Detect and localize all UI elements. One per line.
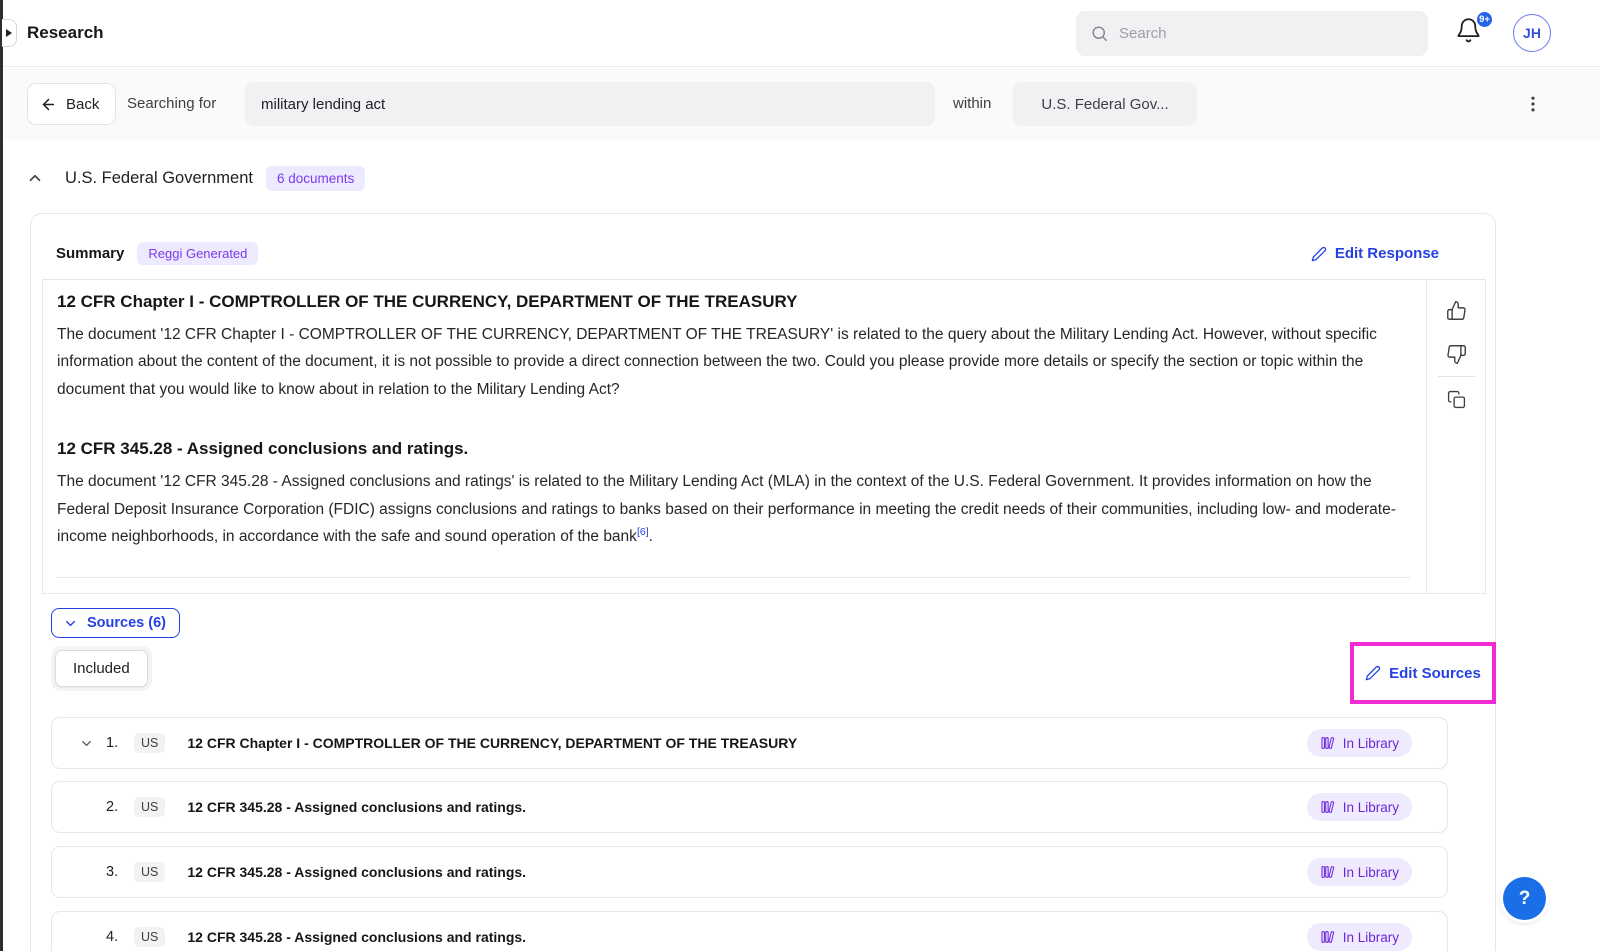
source-title: 12 CFR 345.28 - Assigned conclusions and…: [187, 799, 526, 815]
source-row[interactable]: 2. US 12 CFR 345.28 - Assigned conclusio…: [51, 781, 1448, 833]
in-library-label: In Library: [1343, 736, 1399, 751]
rail-divider: [1438, 376, 1475, 377]
in-library-badge[interactable]: In Library: [1307, 729, 1412, 757]
edit-pencil-icon: [1311, 246, 1327, 262]
edit-sources-label: Edit Sources: [1389, 665, 1481, 682]
query-input[interactable]: [245, 82, 935, 126]
help-button[interactable]: ?: [1503, 877, 1546, 920]
expand-source-button[interactable]: [70, 736, 102, 751]
summary-response-content: 12 CFR Chapter I - COMPTROLLER OF THE CU…: [43, 280, 1426, 593]
edit-sources-highlight-annotation: Edit Sources: [1350, 642, 1496, 704]
sentence-period: .: [649, 528, 653, 545]
thumbs-down-button[interactable]: [1427, 344, 1485, 365]
global-search[interactable]: [1076, 11, 1428, 56]
source-region-badge: US: [134, 797, 165, 817]
back-button[interactable]: Back: [27, 83, 116, 125]
source-region-badge: US: [134, 733, 165, 753]
searching-for-label: Searching for: [127, 95, 216, 112]
summary-card: Summary Reggi Generated Edit Response 12…: [30, 213, 1496, 951]
source-row[interactable]: 3. US 12 CFR 345.28 - Assigned conclusio…: [51, 846, 1448, 898]
library-icon: [1320, 799, 1336, 815]
citation-link[interactable]: [6]: [637, 526, 649, 538]
source-title: 12 CFR 345.28 - Assigned conclusions and…: [187, 929, 526, 945]
result-section-header: U.S. Federal Government 6 documents: [20, 163, 365, 193]
in-library-label: In Library: [1343, 800, 1399, 815]
summary-block-body: The document '12 CFR 345.28 - Assigned c…: [57, 468, 1410, 550]
document-count-badge: 6 documents: [266, 166, 365, 191]
edit-pencil-icon: [1365, 665, 1381, 681]
library-icon: [1320, 929, 1336, 945]
notification-count-badge: 9+: [1475, 10, 1494, 29]
collapse-section-button[interactable]: [20, 163, 50, 193]
sources-toggle-button[interactable]: Sources (6): [51, 608, 180, 638]
app-header: Research 9+ JH: [3, 0, 1600, 67]
copy-response-button[interactable]: [1427, 390, 1485, 409]
source-title: 12 CFR 345.28 - Assigned conclusions and…: [187, 864, 526, 880]
summary-header: Summary Reggi Generated: [56, 242, 258, 265]
user-avatar[interactable]: JH: [1513, 14, 1551, 52]
scope-selector[interactable]: U.S. Federal Gov...: [1013, 82, 1197, 126]
notifications-button[interactable]: 9+: [1455, 17, 1489, 51]
within-label: within: [953, 95, 991, 112]
search-input[interactable]: [1119, 25, 1414, 42]
summary-divider: [57, 577, 1410, 578]
copy-icon: [1447, 390, 1466, 409]
kebab-menu-icon: [1523, 94, 1543, 114]
response-actions-rail: [1426, 280, 1485, 593]
in-library-badge[interactable]: In Library: [1307, 923, 1412, 951]
summary-block-body: The document '12 CFR Chapter I - COMPTRO…: [57, 321, 1410, 403]
library-icon: [1320, 735, 1336, 751]
chevron-down-icon: [63, 616, 78, 631]
summary-label: Summary: [56, 245, 124, 262]
thumbs-up-button[interactable]: [1427, 300, 1485, 321]
search-icon: [1090, 24, 1109, 43]
source-row[interactable]: 4. US 12 CFR 345.28 - Assigned conclusio…: [51, 911, 1448, 951]
back-button-label: Back: [66, 96, 99, 113]
source-number: 3.: [106, 864, 134, 880]
thumbs-up-icon: [1446, 300, 1467, 321]
in-library-label: In Library: [1343, 865, 1399, 880]
source-region-badge: US: [134, 862, 165, 882]
summary-block-text: The document '12 CFR 345.28 - Assigned c…: [57, 473, 1396, 545]
section-title: U.S. Federal Government: [65, 169, 253, 188]
in-library-badge[interactable]: In Library: [1307, 793, 1412, 821]
summary-response-box: 12 CFR Chapter I - COMPTROLLER OF THE CU…: [42, 279, 1486, 594]
sidebar-expand-handle[interactable]: [2, 19, 17, 47]
sources-filter-group: Included: [51, 646, 152, 691]
source-title: 12 CFR Chapter I - COMPTROLLER OF THE CU…: [187, 735, 797, 751]
thumbs-down-icon: [1446, 344, 1467, 365]
chevron-up-icon: [26, 169, 44, 187]
edit-response-label: Edit Response: [1335, 245, 1439, 262]
edit-sources-button[interactable]: Edit Sources: [1365, 665, 1481, 682]
source-number: 4.: [106, 929, 134, 945]
in-library-badge[interactable]: In Library: [1307, 858, 1412, 886]
source-region-badge: US: [134, 927, 165, 947]
edit-response-button[interactable]: Edit Response: [1311, 245, 1439, 262]
library-icon: [1320, 864, 1336, 880]
search-context-bar: Back Searching for within U.S. Federal G…: [3, 68, 1600, 140]
included-filter-tab[interactable]: Included: [55, 650, 148, 687]
arrow-left-icon: [40, 96, 57, 113]
in-library-label: In Library: [1343, 930, 1399, 945]
chevron-down-icon: [79, 736, 94, 751]
sidebar-expand-icon: [6, 29, 12, 37]
reggi-generated-badge: Reggi Generated: [137, 242, 258, 265]
sources-toggle-label: Sources (6): [87, 615, 166, 631]
summary-block-title: 12 CFR 345.28 - Assigned conclusions and…: [57, 439, 1410, 459]
collapsed-sidebar-edge: [0, 0, 3, 951]
source-number: 1.: [106, 735, 134, 751]
source-number: 2.: [106, 799, 134, 815]
summary-block-title: 12 CFR Chapter I - COMPTROLLER OF THE CU…: [57, 292, 1410, 312]
source-row[interactable]: 1. US 12 CFR Chapter I - COMPTROLLER OF …: [51, 717, 1448, 769]
page-title: Research: [27, 23, 104, 43]
more-options-button[interactable]: [1517, 88, 1549, 120]
